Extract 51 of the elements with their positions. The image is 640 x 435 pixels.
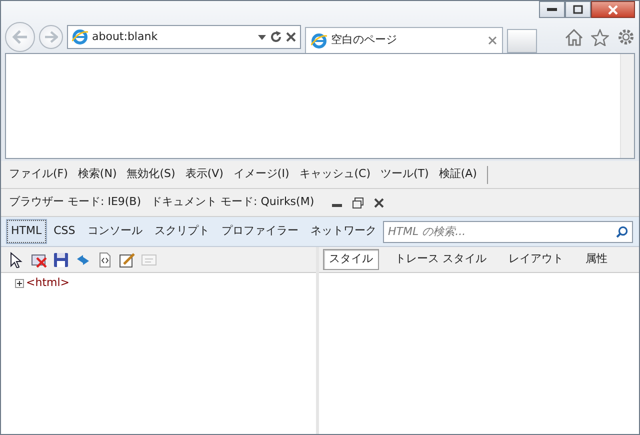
star-icon[interactable]: [591, 28, 609, 46]
globe-e-icon: [72, 29, 88, 45]
devtools-tab[interactable]: コンソール: [83, 220, 146, 243]
minimize-button[interactable]: [539, 1, 565, 18]
devtools-tab[interactable]: ネットワーク: [306, 220, 380, 243]
menu-item[interactable]: 検索(N): [78, 166, 117, 183]
menu-item[interactable]: 無効化(S): [126, 166, 176, 183]
address-text: about:blank: [92, 28, 159, 45]
save-icon[interactable]: [53, 252, 69, 268]
menu-item[interactable]: 表示(V): [185, 166, 224, 183]
style-tab[interactable]: 属性: [580, 249, 614, 270]
stop-icon[interactable]: [286, 32, 296, 42]
menu-item[interactable]: キャッシュ(C): [299, 166, 371, 183]
pointer-icon[interactable]: [9, 252, 25, 268]
dropdown-caret-icon[interactable]: [258, 34, 266, 40]
search-icon[interactable]: [616, 226, 628, 238]
menu-item[interactable]: ツール(T): [380, 166, 429, 183]
browser-tab[interactable]: 空白のページ: [305, 27, 503, 53]
tree-node[interactable]: <html>: [26, 275, 70, 292]
devtools-tab[interactable]: CSS: [50, 220, 80, 243]
style-tab[interactable]: スタイル: [323, 249, 379, 270]
close-icon: [608, 4, 618, 14]
maximize-icon: [573, 5, 583, 14]
settings-icon[interactable]: [617, 28, 635, 46]
forward-arrow-icon: [44, 31, 58, 43]
document-mode-menu[interactable]: ドキュメント モード: Quirks(M): [151, 194, 314, 211]
style-tab[interactable]: レイアウト: [502, 249, 570, 270]
home-icon[interactable]: [565, 28, 583, 46]
close-icon[interactable]: [374, 198, 384, 208]
devtools-tab[interactable]: スクリプト: [150, 220, 214, 243]
back-arrow-icon: [12, 30, 28, 44]
tab-title: 空白のページ: [331, 32, 398, 48]
restore-icon[interactable]: [352, 196, 364, 208]
browser-mode-menu[interactable]: ブラウザー モード: IE9(B): [9, 194, 142, 211]
scrollbar[interactable]: [620, 54, 634, 158]
devtools-tab[interactable]: HTML: [7, 220, 46, 243]
close-button[interactable]: [591, 1, 635, 18]
edit-icon[interactable]: [119, 252, 135, 268]
menu-item[interactable]: ファイル(F): [9, 166, 68, 183]
expand-icon[interactable]: [15, 278, 24, 288]
maximize-button[interactable]: [565, 1, 591, 18]
address-bar[interactable]: about:blank: [67, 25, 301, 49]
menu-item[interactable]: イメージ(I): [233, 166, 290, 183]
minimize-icon: [547, 8, 557, 12]
search-field[interactable]: HTML の検索...: [383, 220, 633, 242]
style-tab[interactable]: トレース スタイル: [389, 249, 492, 270]
devtools-tab[interactable]: プロファイラー: [217, 220, 302, 243]
source-icon[interactable]: [97, 252, 113, 268]
globe-e-icon: [311, 32, 327, 48]
menu-item[interactable]: 検証(A): [438, 166, 477, 183]
clear-icon[interactable]: [31, 252, 47, 268]
